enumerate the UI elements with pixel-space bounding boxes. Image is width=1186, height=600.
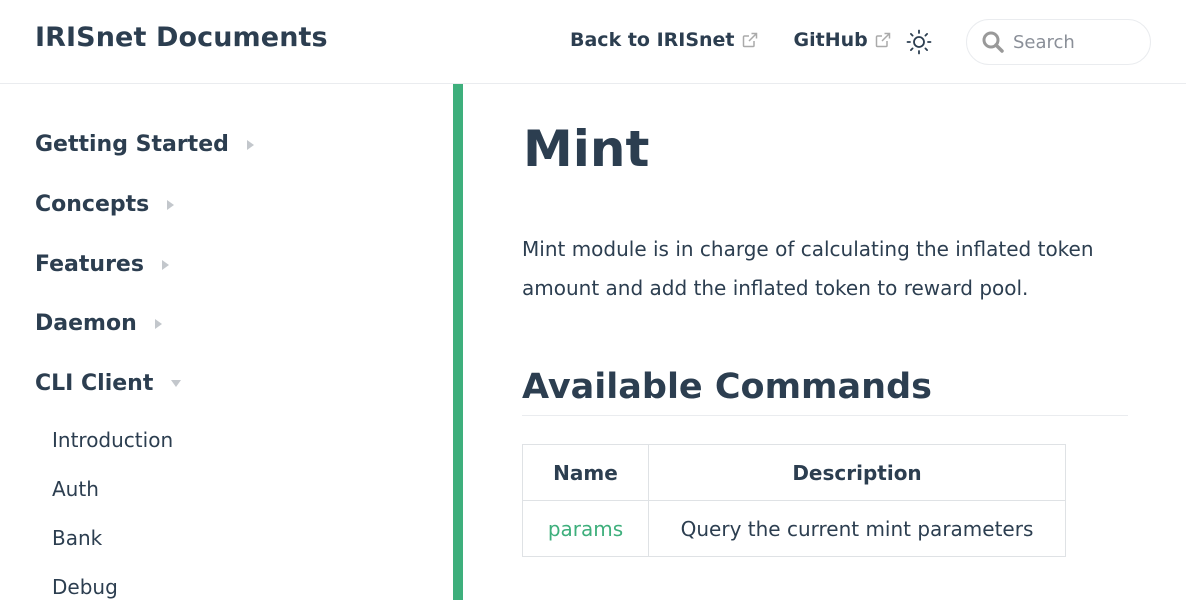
table-cell-name: params xyxy=(522,500,649,557)
nav-link-back-to-irisnet[interactable]: Back to IRISnet xyxy=(570,29,758,51)
sidebar-group-concepts[interactable]: Concepts xyxy=(35,192,175,217)
arrow-down-icon xyxy=(171,380,182,387)
sun-icon[interactable] xyxy=(906,29,932,55)
search-input[interactable] xyxy=(1013,31,1143,53)
table-header-description: Description xyxy=(648,444,1066,501)
arrow-right-icon xyxy=(154,318,162,329)
intro-paragraph: Mint module is in charge of calculating … xyxy=(522,237,1094,300)
sidebar-group-label: Features xyxy=(35,252,144,277)
table-header-row: Name Description xyxy=(522,444,1066,501)
page-title: Mint xyxy=(523,120,650,178)
sidebar-group-label: Getting Started xyxy=(35,132,229,157)
external-link-icon xyxy=(875,32,890,48)
sidebar-group-getting-started[interactable]: Getting Started xyxy=(35,132,254,157)
table-cell-description: Query the current mint parameters xyxy=(648,500,1066,557)
sidebar-group-label: CLI Client xyxy=(35,371,154,396)
sidebar-item-bank[interactable]: Bank xyxy=(52,526,102,550)
search-icon xyxy=(982,31,1004,53)
arrow-right-icon xyxy=(246,139,254,150)
nav-link-github[interactable]: GitHub xyxy=(794,29,891,51)
command-link-params[interactable]: params xyxy=(548,517,623,541)
sidebar-item-auth[interactable]: Auth xyxy=(52,477,99,501)
external-link-icon xyxy=(742,32,757,48)
table-row: params Query the current mint parameters xyxy=(522,500,1066,557)
sidebar: Getting Started Concepts Features Daemon… xyxy=(0,84,453,600)
search-box[interactable] xyxy=(966,19,1151,65)
commands-table: Name Description params Query the curren… xyxy=(522,444,1066,557)
sidebar-group-label: Daemon xyxy=(35,311,137,336)
main-content: Mint Mint module is in charge of calcula… xyxy=(463,84,1186,600)
table-header-name: Name xyxy=(522,444,649,501)
arrow-right-icon xyxy=(167,199,175,210)
nav-link-label: GitHub xyxy=(793,29,868,51)
sidebar-item-debug[interactable]: Debug xyxy=(52,575,118,599)
section-title: Available Commands xyxy=(522,367,1128,416)
navbar: IRISnet Documents Back to IRISnet GitHub xyxy=(0,0,1186,84)
site-name[interactable]: IRISnet Documents xyxy=(35,22,328,53)
sidebar-group-features[interactable]: Features xyxy=(35,252,169,277)
sidebar-item-introduction[interactable]: Introduction xyxy=(52,428,173,452)
sidebar-group-label: Concepts xyxy=(35,192,150,217)
sidebar-divider xyxy=(453,84,463,600)
nav-links: Back to IRISnet GitHub xyxy=(570,29,891,51)
arrow-right-icon xyxy=(161,259,169,270)
nav-link-label: Back to IRISnet xyxy=(570,29,735,51)
sidebar-group-daemon[interactable]: Daemon xyxy=(35,311,162,336)
sidebar-group-cli-client[interactable]: CLI Client xyxy=(35,371,182,396)
